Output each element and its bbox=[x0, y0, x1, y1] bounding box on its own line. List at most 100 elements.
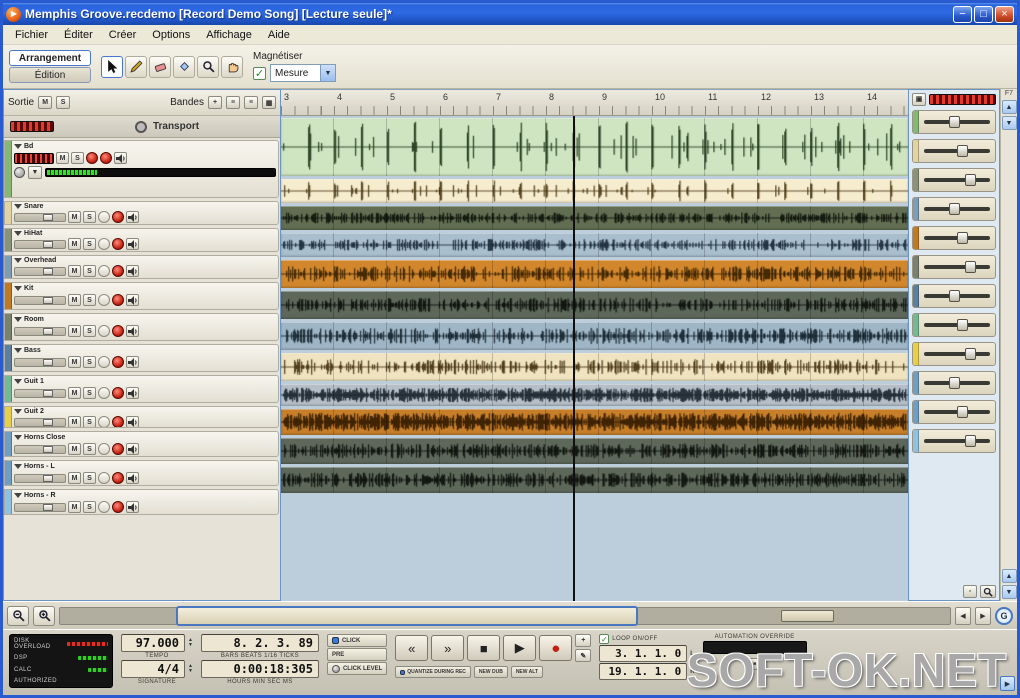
track-volume-slider[interactable] bbox=[14, 212, 66, 222]
track-volume-slider[interactable] bbox=[14, 444, 66, 454]
mute-button[interactable]: M bbox=[68, 211, 81, 223]
mixer-fader-hihat[interactable] bbox=[912, 168, 996, 192]
speaker-icon[interactable] bbox=[126, 265, 139, 277]
solo-button[interactable]: S bbox=[83, 265, 96, 277]
fader-thumb[interactable] bbox=[949, 377, 961, 389]
solo-button[interactable]: S bbox=[71, 152, 84, 164]
record-enable-button[interactable] bbox=[112, 443, 124, 455]
track-volume-slider[interactable] bbox=[14, 473, 66, 483]
record-button[interactable]: ● bbox=[539, 635, 573, 661]
mixer-fader-guit-1[interactable] bbox=[912, 313, 996, 337]
fader-track[interactable] bbox=[924, 435, 990, 447]
mute-button[interactable]: M bbox=[68, 501, 81, 513]
automation-clear-button[interactable]: ■ bbox=[748, 658, 762, 670]
master-solo-button[interactable]: S bbox=[56, 96, 71, 109]
monitor-button[interactable] bbox=[98, 356, 110, 368]
razor-tool-icon[interactable] bbox=[173, 55, 195, 78]
collapse-triangle-icon[interactable] bbox=[14, 464, 22, 469]
track-volume-slider[interactable] bbox=[14, 357, 66, 367]
mixer-shrink-button[interactable]: ▫ bbox=[963, 585, 977, 598]
scroll-down2-icon[interactable]: ▼ bbox=[1001, 585, 1017, 599]
mute-button[interactable]: M bbox=[68, 443, 81, 455]
track-row-snare[interactable]: Snare M S bbox=[4, 201, 279, 225]
loop-right-display[interactable]: 19. 1. 1. 0 bbox=[599, 663, 688, 680]
track-row-horns-r[interactable]: Horns - R MS bbox=[4, 489, 279, 515]
mixer-fader-kit[interactable] bbox=[912, 226, 996, 250]
fader-thumb[interactable] bbox=[949, 290, 961, 302]
record-enable-button[interactable] bbox=[112, 211, 124, 223]
fader-thumb[interactable] bbox=[949, 203, 961, 215]
fader-track[interactable] bbox=[924, 203, 990, 215]
monitor-button[interactable] bbox=[98, 416, 110, 427]
slider-thumb[interactable] bbox=[42, 267, 53, 275]
click-toggle[interactable]: CLICK bbox=[326, 634, 388, 647]
slider-thumb[interactable] bbox=[42, 358, 53, 366]
rewind-button[interactable]: « bbox=[395, 635, 429, 661]
mixer-fader-horns-close[interactable] bbox=[912, 371, 996, 395]
fader-track[interactable] bbox=[924, 261, 990, 273]
gain-knob[interactable] bbox=[14, 167, 25, 178]
record-enable-button[interactable] bbox=[112, 356, 124, 368]
playhead[interactable] bbox=[573, 116, 575, 601]
clip-lane-room[interactable] bbox=[281, 291, 908, 319]
mixer-fader-overhead[interactable] bbox=[912, 197, 996, 221]
fader-track[interactable] bbox=[924, 377, 990, 389]
play-button[interactable]: ▶ bbox=[503, 635, 537, 661]
mixer-fader-snare[interactable] bbox=[912, 139, 996, 163]
collapse-triangle-icon[interactable] bbox=[14, 435, 22, 440]
scroll-right-icon[interactable]: ▶ bbox=[975, 606, 991, 625]
zoom-tool-icon[interactable] bbox=[197, 55, 219, 78]
menu-fichier[interactable]: Fichier bbox=[7, 27, 56, 43]
mute-button[interactable]: M bbox=[68, 416, 81, 427]
solo-button[interactable]: S bbox=[83, 211, 96, 223]
track-volume-slider[interactable] bbox=[14, 502, 66, 512]
lane-area[interactable] bbox=[281, 116, 908, 601]
mixer-fader-horns-l[interactable] bbox=[912, 400, 996, 424]
clip-lane-guit-2[interactable] bbox=[281, 384, 908, 406]
fader-thumb[interactable] bbox=[949, 116, 961, 128]
menu-cr-er[interactable]: Créer bbox=[101, 27, 145, 43]
click-level-knob[interactable]: CLICK LEVEL bbox=[326, 662, 388, 675]
fader-thumb[interactable] bbox=[957, 232, 968, 244]
speaker-icon[interactable] bbox=[126, 294, 139, 306]
record-enable-button[interactable] bbox=[112, 238, 124, 250]
solo-button[interactable]: S bbox=[83, 325, 96, 337]
track-row-guit-2[interactable]: Guit 2 MS bbox=[4, 406, 279, 428]
track-volume-slider[interactable] bbox=[14, 417, 66, 427]
collapse-triangle-icon[interactable] bbox=[14, 379, 22, 384]
transport-page-icon[interactable]: ▶ bbox=[1000, 676, 1015, 691]
edition-mode-button[interactable]: Édition bbox=[9, 67, 91, 83]
record-enable-button[interactable] bbox=[112, 325, 124, 337]
zoom-in-button[interactable] bbox=[33, 605, 55, 626]
signature-display[interactable]: 4/4 bbox=[121, 660, 185, 678]
track-row-bd[interactable]: Bd M S ▼ bbox=[4, 140, 279, 198]
mute-button[interactable]: M bbox=[68, 238, 81, 250]
scroll-left-icon[interactable]: ◀ bbox=[955, 606, 971, 625]
fader-thumb[interactable] bbox=[957, 406, 968, 418]
collapse-triangle-icon[interactable] bbox=[14, 317, 22, 322]
menu-options[interactable]: Options bbox=[144, 27, 198, 43]
eraser-tool-icon[interactable] bbox=[149, 55, 171, 78]
speaker-icon[interactable] bbox=[126, 472, 139, 484]
panel-options-button[interactable]: ▦ bbox=[262, 96, 276, 109]
hand-tool-icon[interactable] bbox=[221, 55, 243, 78]
pre-toggle[interactable]: PRE bbox=[326, 648, 388, 661]
clip-lane-hihat[interactable] bbox=[281, 206, 908, 230]
record-enable-button[interactable] bbox=[112, 416, 124, 427]
circle-g-button[interactable]: G bbox=[995, 606, 1013, 625]
track-volume-slider[interactable] bbox=[14, 239, 66, 249]
solo-button[interactable]: S bbox=[83, 443, 96, 455]
mute-button[interactable]: M bbox=[68, 387, 81, 399]
fader-track[interactable] bbox=[924, 348, 990, 360]
new-dub-button[interactable]: NEW DUB bbox=[473, 666, 508, 678]
mute-button[interactable]: M bbox=[68, 265, 81, 277]
track-row-hihat[interactable]: HiHat M S bbox=[4, 228, 279, 252]
collapse-triangle-icon[interactable] bbox=[14, 144, 22, 149]
speaker-icon[interactable] bbox=[126, 387, 139, 399]
clip-lane-snare[interactable] bbox=[281, 179, 908, 203]
monitor-button[interactable] bbox=[98, 294, 110, 306]
clip-lane-bd[interactable] bbox=[281, 118, 908, 176]
track-row-horns-l[interactable]: Horns - L MS bbox=[4, 460, 279, 486]
scroll-up2-icon[interactable]: ▲ bbox=[1001, 569, 1017, 583]
track-row-horns-close[interactable]: Horns Close M S bbox=[4, 431, 279, 457]
